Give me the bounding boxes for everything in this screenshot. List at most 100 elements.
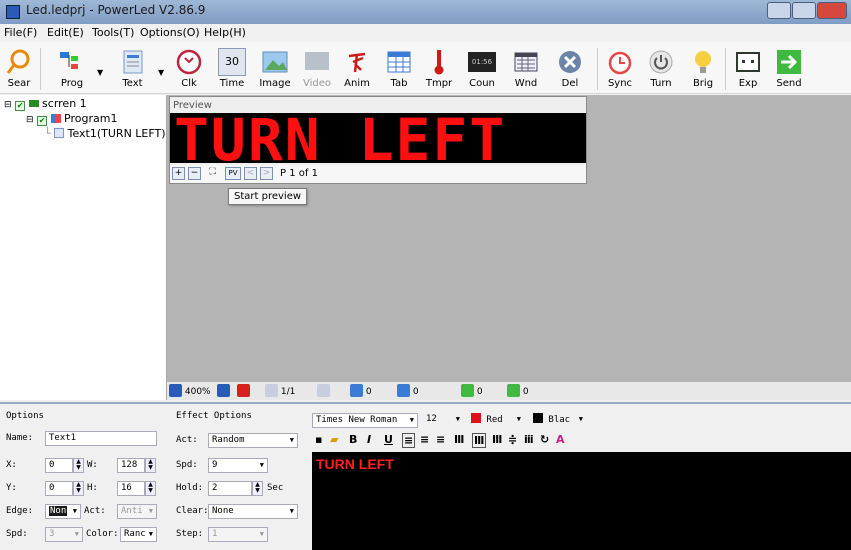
align-right-icon[interactable]: ≡: [436, 433, 445, 446]
menu-options[interactable]: Options(O): [140, 26, 200, 39]
vertical-size-button[interactable]: 0: [350, 384, 372, 398]
text-button[interactable]: Text: [110, 42, 155, 94]
table-button[interactable]: Tab: [380, 42, 418, 94]
green-horizontal-button[interactable]: 0: [507, 384, 529, 398]
font-select[interactable]: Times New Roman ▼: [312, 413, 418, 428]
program-tree-icon: [50, 114, 61, 123]
act-select[interactable]: Anti ▼: [117, 504, 157, 519]
play-button[interactable]: [237, 384, 250, 398]
tree-node-screen[interactable]: ⊟ ✔ scrren 1: [4, 97, 87, 112]
tree-node-program[interactable]: ⊟ ✔ Program1: [26, 112, 117, 127]
valign-bottom-icon[interactable]: Ⅲ: [492, 433, 502, 446]
screen-icon: [28, 100, 39, 107]
text-color-select[interactable]: Red ▼: [468, 413, 524, 428]
frame-button[interactable]: 1/1: [265, 384, 295, 398]
menu-edit[interactable]: Edit(E): [47, 26, 84, 39]
menu-help[interactable]: Help(H): [204, 26, 246, 39]
open-folder-icon[interactable]: ▰: [330, 433, 338, 446]
step-value: 1: [212, 529, 218, 539]
temperature-button[interactable]: Tmpr: [420, 42, 458, 94]
spd-select[interactable]: 3 ▼: [45, 527, 83, 542]
edge-select[interactable]: Non ▼: [45, 504, 81, 519]
chevron-down-icon: ▼: [259, 530, 264, 538]
h-input[interactable]: 16: [117, 481, 145, 496]
save-icon[interactable]: ▪: [315, 433, 322, 446]
export-button[interactable]: Exp: [729, 42, 767, 94]
y-input[interactable]: 0: [45, 481, 73, 496]
font-size-select[interactable]: 12 ▼: [423, 413, 463, 428]
vertical-value: 0: [365, 387, 372, 397]
maximize-button[interactable]: [792, 2, 816, 19]
search-button[interactable]: Sear: [0, 42, 38, 94]
clear-select[interactable]: None ▼: [208, 504, 298, 519]
zoom-in-icon[interactable]: +: [172, 167, 185, 180]
char-spacing-icon[interactable]: ⅲ: [524, 433, 534, 446]
clock-button[interactable]: Clk: [170, 42, 208, 94]
effect-spd-select[interactable]: 9 ▼: [208, 458, 268, 473]
send-button[interactable]: Send: [770, 42, 808, 94]
zoom-out-icon[interactable]: −: [188, 167, 201, 180]
line-spacing-icon[interactable]: ≑: [508, 433, 517, 446]
menu-tools[interactable]: Tools(T): [92, 26, 134, 39]
program-checkbox[interactable]: ✔: [37, 116, 48, 126]
prev-page-icon[interactable]: <: [244, 167, 257, 180]
color-select[interactable]: Ranc ▼: [120, 527, 157, 542]
project-tree: ⊟ ✔ scrren 1 ⊟ ✔ Program1 └ Text1(TURN L…: [0, 95, 167, 400]
turn-button[interactable]: Turn: [642, 42, 680, 94]
text-editor[interactable]: TURN LEFT: [312, 452, 851, 550]
title-bar: Led.ledprj - PowerLed V2.86.9: [0, 0, 851, 24]
align-left-icon[interactable]: ≡: [402, 433, 416, 448]
green-vertical-button[interactable]: 0: [461, 384, 483, 398]
delete-button[interactable]: Del: [550, 42, 590, 94]
horizontal-size-button[interactable]: 0: [397, 384, 419, 398]
w-spinner[interactable]: ▲ ▼: [145, 458, 156, 473]
tree-label-text: Text1(TURN LEFT): [67, 127, 166, 140]
underline-button[interactable]: U: [384, 433, 393, 446]
y-spinner[interactable]: ▲ ▼: [73, 481, 84, 496]
x-spinner[interactable]: ▲ ▼: [73, 458, 84, 473]
collapse-icon[interactable]: ⊟: [4, 100, 12, 110]
w-input[interactable]: 128: [117, 458, 145, 473]
font-color-icon[interactable]: A: [556, 433, 565, 446]
zoom-out-button[interactable]: [217, 384, 230, 398]
collapse-icon[interactable]: ⊟: [26, 115, 34, 125]
valign-top-icon[interactable]: Ⅲ: [454, 433, 464, 446]
h-spinner[interactable]: ▲ ▼: [145, 481, 156, 496]
brightness-button[interactable]: Brig: [684, 42, 722, 94]
pv-button[interactable]: PV: [225, 167, 241, 180]
menu-file[interactable]: File(F): [4, 26, 37, 39]
chevron-down-icon[interactable]: ▼: [97, 68, 103, 77]
x-input[interactable]: 0: [45, 458, 73, 473]
minimize-button[interactable]: [767, 2, 791, 19]
time-button[interactable]: 30 Time: [212, 42, 252, 94]
chevron-down-icon[interactable]: ▼: [158, 68, 164, 77]
screen-checkbox[interactable]: ✔: [15, 101, 26, 111]
effect-act-select[interactable]: Random ▼: [208, 433, 298, 448]
bg-color-select[interactable]: Blac ▼: [530, 413, 586, 428]
hold-spinner[interactable]: ▲ ▼: [252, 481, 263, 496]
window-button[interactable]: Wnd: [506, 42, 546, 94]
italic-button[interactable]: I: [367, 433, 371, 446]
tree-node-text[interactable]: └ Text1(TURN LEFT): [44, 127, 166, 142]
close-button[interactable]: [817, 2, 847, 19]
forward-button[interactable]: [317, 384, 330, 398]
fit-icon[interactable]: ⛶: [206, 167, 219, 180]
next-page-icon[interactable]: >: [260, 167, 273, 180]
sync-button[interactable]: Sync: [600, 42, 640, 94]
zoom-in-button[interactable]: 400%: [169, 384, 211, 398]
program-button[interactable]: Prog: [48, 42, 96, 94]
align-center-icon[interactable]: ≡: [420, 433, 429, 446]
step-select[interactable]: 1 ▼: [208, 527, 268, 542]
bold-button[interactable]: B: [349, 433, 357, 446]
animation-button[interactable]: Anim: [338, 42, 376, 94]
name-input[interactable]: Text1: [45, 431, 157, 446]
video-button[interactable]: Video: [298, 42, 336, 94]
page-info: P 1 of 1: [280, 168, 318, 179]
valign-middle-icon[interactable]: Ⅲ: [472, 433, 487, 448]
counter-button[interactable]: 01:56 Coun: [462, 42, 502, 94]
hold-input[interactable]: 2: [208, 481, 252, 496]
preview-window: Preview TURN LEFT + − ⛶ PV < > P 1 of 1: [169, 96, 587, 184]
image-button[interactable]: Image: [255, 42, 295, 94]
font-value: Times New Roman: [316, 415, 398, 425]
rotate-icon[interactable]: ↻: [540, 433, 549, 446]
